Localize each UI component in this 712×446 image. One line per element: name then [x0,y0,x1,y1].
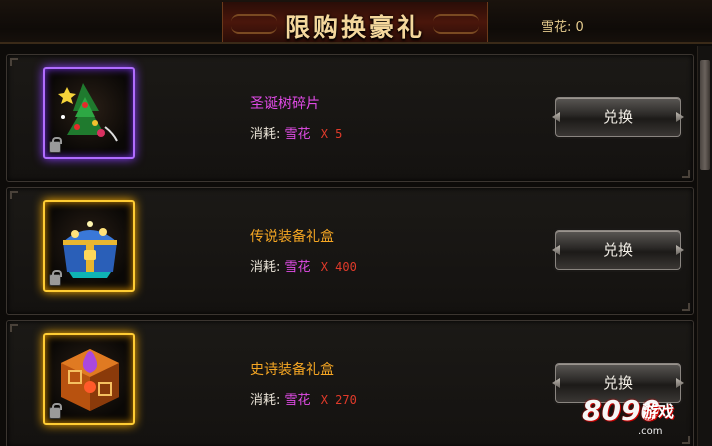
cost-currency: 雪花 [284,393,311,408]
item-icon-frame[interactable] [43,200,135,292]
cost-line: 消耗: 雪花 X 5 [250,123,342,142]
site-watermark-logo: 8090 游戏 .com [580,392,700,442]
item-icon-frame[interactable] [43,67,135,159]
title-plate: 限购换豪礼 [222,2,488,42]
list-item: 传说装备礼盒 消耗: 雪花 X 400 兑换 [6,187,694,315]
item-name: 圣诞树碎片 [250,96,320,112]
watermark-domain: .com [638,426,663,437]
lock-icon [49,403,62,419]
cost-label: 消耗: [250,260,281,275]
cost-amount: X 400 [320,260,357,274]
exchange-button[interactable]: 兑换 [555,97,681,137]
cost-line: 消耗: 雪花 X 400 [250,256,357,275]
scrollbar-thumb[interactable] [700,60,710,170]
treasure-chest-icon [63,221,117,278]
exchange-button[interactable]: 兑换 [555,230,681,270]
watermark-text: 游戏 [642,402,675,421]
cost-currency: 雪花 [284,127,311,142]
item-icon-frame[interactable] [43,333,135,425]
item-name: 传说装备礼盒 [250,229,334,245]
cost-line: 消耗: 雪花 X 270 [250,389,357,408]
list-item: 圣诞树碎片 消耗: 雪花 X 5 兑换 [6,54,694,182]
item-name: 史诗装备礼盒 [250,362,334,378]
snowflake-balance: 雪花: 0 [541,20,584,35]
epic-cube-box-icon [61,349,119,411]
christmas-tree-fragment-icon [58,83,118,142]
page-title: 限购换豪礼 [284,13,425,42]
lock-icon [49,270,62,286]
cost-amount: X 5 [320,127,343,141]
lock-icon [49,137,62,153]
cost-label: 消耗: [250,127,281,142]
cost-currency: 雪花 [284,260,311,275]
header-bar: 限购换豪礼 雪花: 0 [0,0,712,44]
cost-label: 消耗: [250,393,281,408]
cost-amount: X 270 [320,393,357,407]
